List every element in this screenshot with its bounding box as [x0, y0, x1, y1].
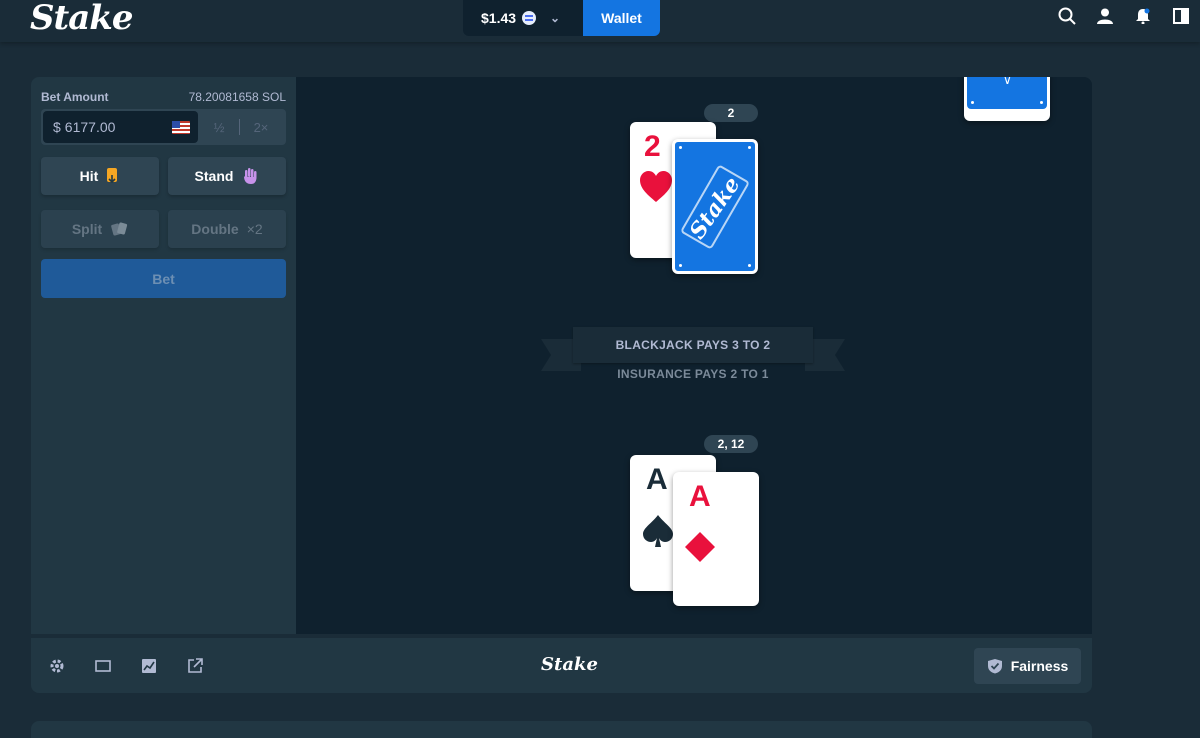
spades-icon: [643, 515, 673, 547]
deck-shoe: ∨: [964, 77, 1050, 121]
blackjack-pays-text: BLACKJACK PAYS 3 TO 2: [573, 327, 813, 363]
chevron-down-icon: ⌄: [550, 11, 561, 25]
blackjack-table: ∨ 2 2 Stake BLACKJACK PAYS 3 TO 2 INSURA…: [296, 77, 1092, 634]
currency-symbol: $: [53, 119, 61, 135]
diamonds-icon: [685, 532, 715, 562]
split-label: Split: [71, 221, 103, 237]
card-rank: A: [646, 463, 668, 496]
game-footer: Stake Fairness: [31, 638, 1092, 693]
gear-icon[interactable]: [49, 658, 65, 674]
stand-button[interactable]: Stand: [168, 157, 286, 195]
double-down-button[interactable]: Double ×2: [168, 210, 286, 248]
popout-icon[interactable]: [187, 658, 203, 674]
stats-icon[interactable]: [141, 658, 157, 674]
payout-ribbon: BLACKJACK PAYS 3 TO 2: [541, 327, 845, 371]
top-bar: Stake $1.43 ⌄ Wallet: [0, 0, 1200, 42]
dealer-card-hidden: Stake: [672, 139, 758, 274]
shield-check-icon: [987, 659, 1002, 674]
double-down-label: Double: [191, 221, 239, 237]
balance-amount: $1.43: [481, 10, 517, 26]
half-bet-button[interactable]: ½: [199, 111, 239, 143]
bet-button[interactable]: Bet: [41, 259, 286, 298]
insurance-pays-text: INSURANCE PAYS 2 TO 1: [617, 367, 769, 381]
bet-amount-control: $ 6177.00 ½ 2×: [41, 109, 286, 145]
us-flag-icon: [172, 121, 190, 134]
card-back-logo: Stake: [684, 172, 746, 244]
hit-button[interactable]: Hit: [41, 157, 159, 195]
divider: [239, 119, 240, 135]
card-rank: 2: [644, 130, 661, 163]
hearts-icon: [640, 171, 672, 202]
top-icons: [1048, 0, 1200, 32]
card-rank: A: [689, 480, 711, 513]
search-icon[interactable]: [1048, 0, 1086, 32]
stake-logo[interactable]: Stake: [30, 0, 133, 38]
wallet-button[interactable]: Wallet: [583, 0, 660, 36]
bet-amount-label: Bet Amount: [41, 90, 109, 104]
bet-controls-panel: Bet Amount 78.20081658 SOL $ 6177.00 ½ 2…: [31, 77, 296, 634]
bet-amount-row: Bet Amount 78.20081658 SOL: [41, 90, 286, 104]
hit-label: Hit: [79, 168, 99, 184]
double-bet-button[interactable]: 2×: [241, 111, 281, 143]
bet-amount-input[interactable]: $ 6177.00: [43, 111, 198, 143]
fairness-button[interactable]: Fairness: [974, 648, 1081, 684]
sidebar-toggle-icon[interactable]: [1162, 0, 1200, 32]
hand-icon: [244, 168, 257, 184]
hit-card-icon: [107, 168, 118, 184]
footer-stake-logo: Stake: [541, 654, 598, 675]
dealer-total-badge: 2: [704, 104, 758, 122]
player-card-2: A: [673, 472, 759, 606]
double-down-multiplier: ×2: [246, 221, 263, 237]
user-icon[interactable]: [1086, 0, 1124, 32]
bet-amount-crypto: 78.20081658 SOL: [188, 90, 286, 104]
notification-bell-icon[interactable]: [1124, 0, 1162, 32]
player-total-badge: 2, 12: [704, 435, 758, 453]
split-cards-icon: [111, 222, 128, 236]
lower-panel: [31, 721, 1092, 738]
fairness-label: Fairness: [1010, 658, 1069, 674]
balance-selector[interactable]: $1.43 ⌄: [463, 0, 583, 36]
split-button[interactable]: Split: [41, 210, 159, 248]
solana-coin-icon: [522, 11, 537, 25]
theatre-mode-icon[interactable]: [95, 658, 111, 674]
bet-amount-value: 6177.00: [64, 119, 116, 135]
stand-label: Stand: [194, 168, 234, 184]
